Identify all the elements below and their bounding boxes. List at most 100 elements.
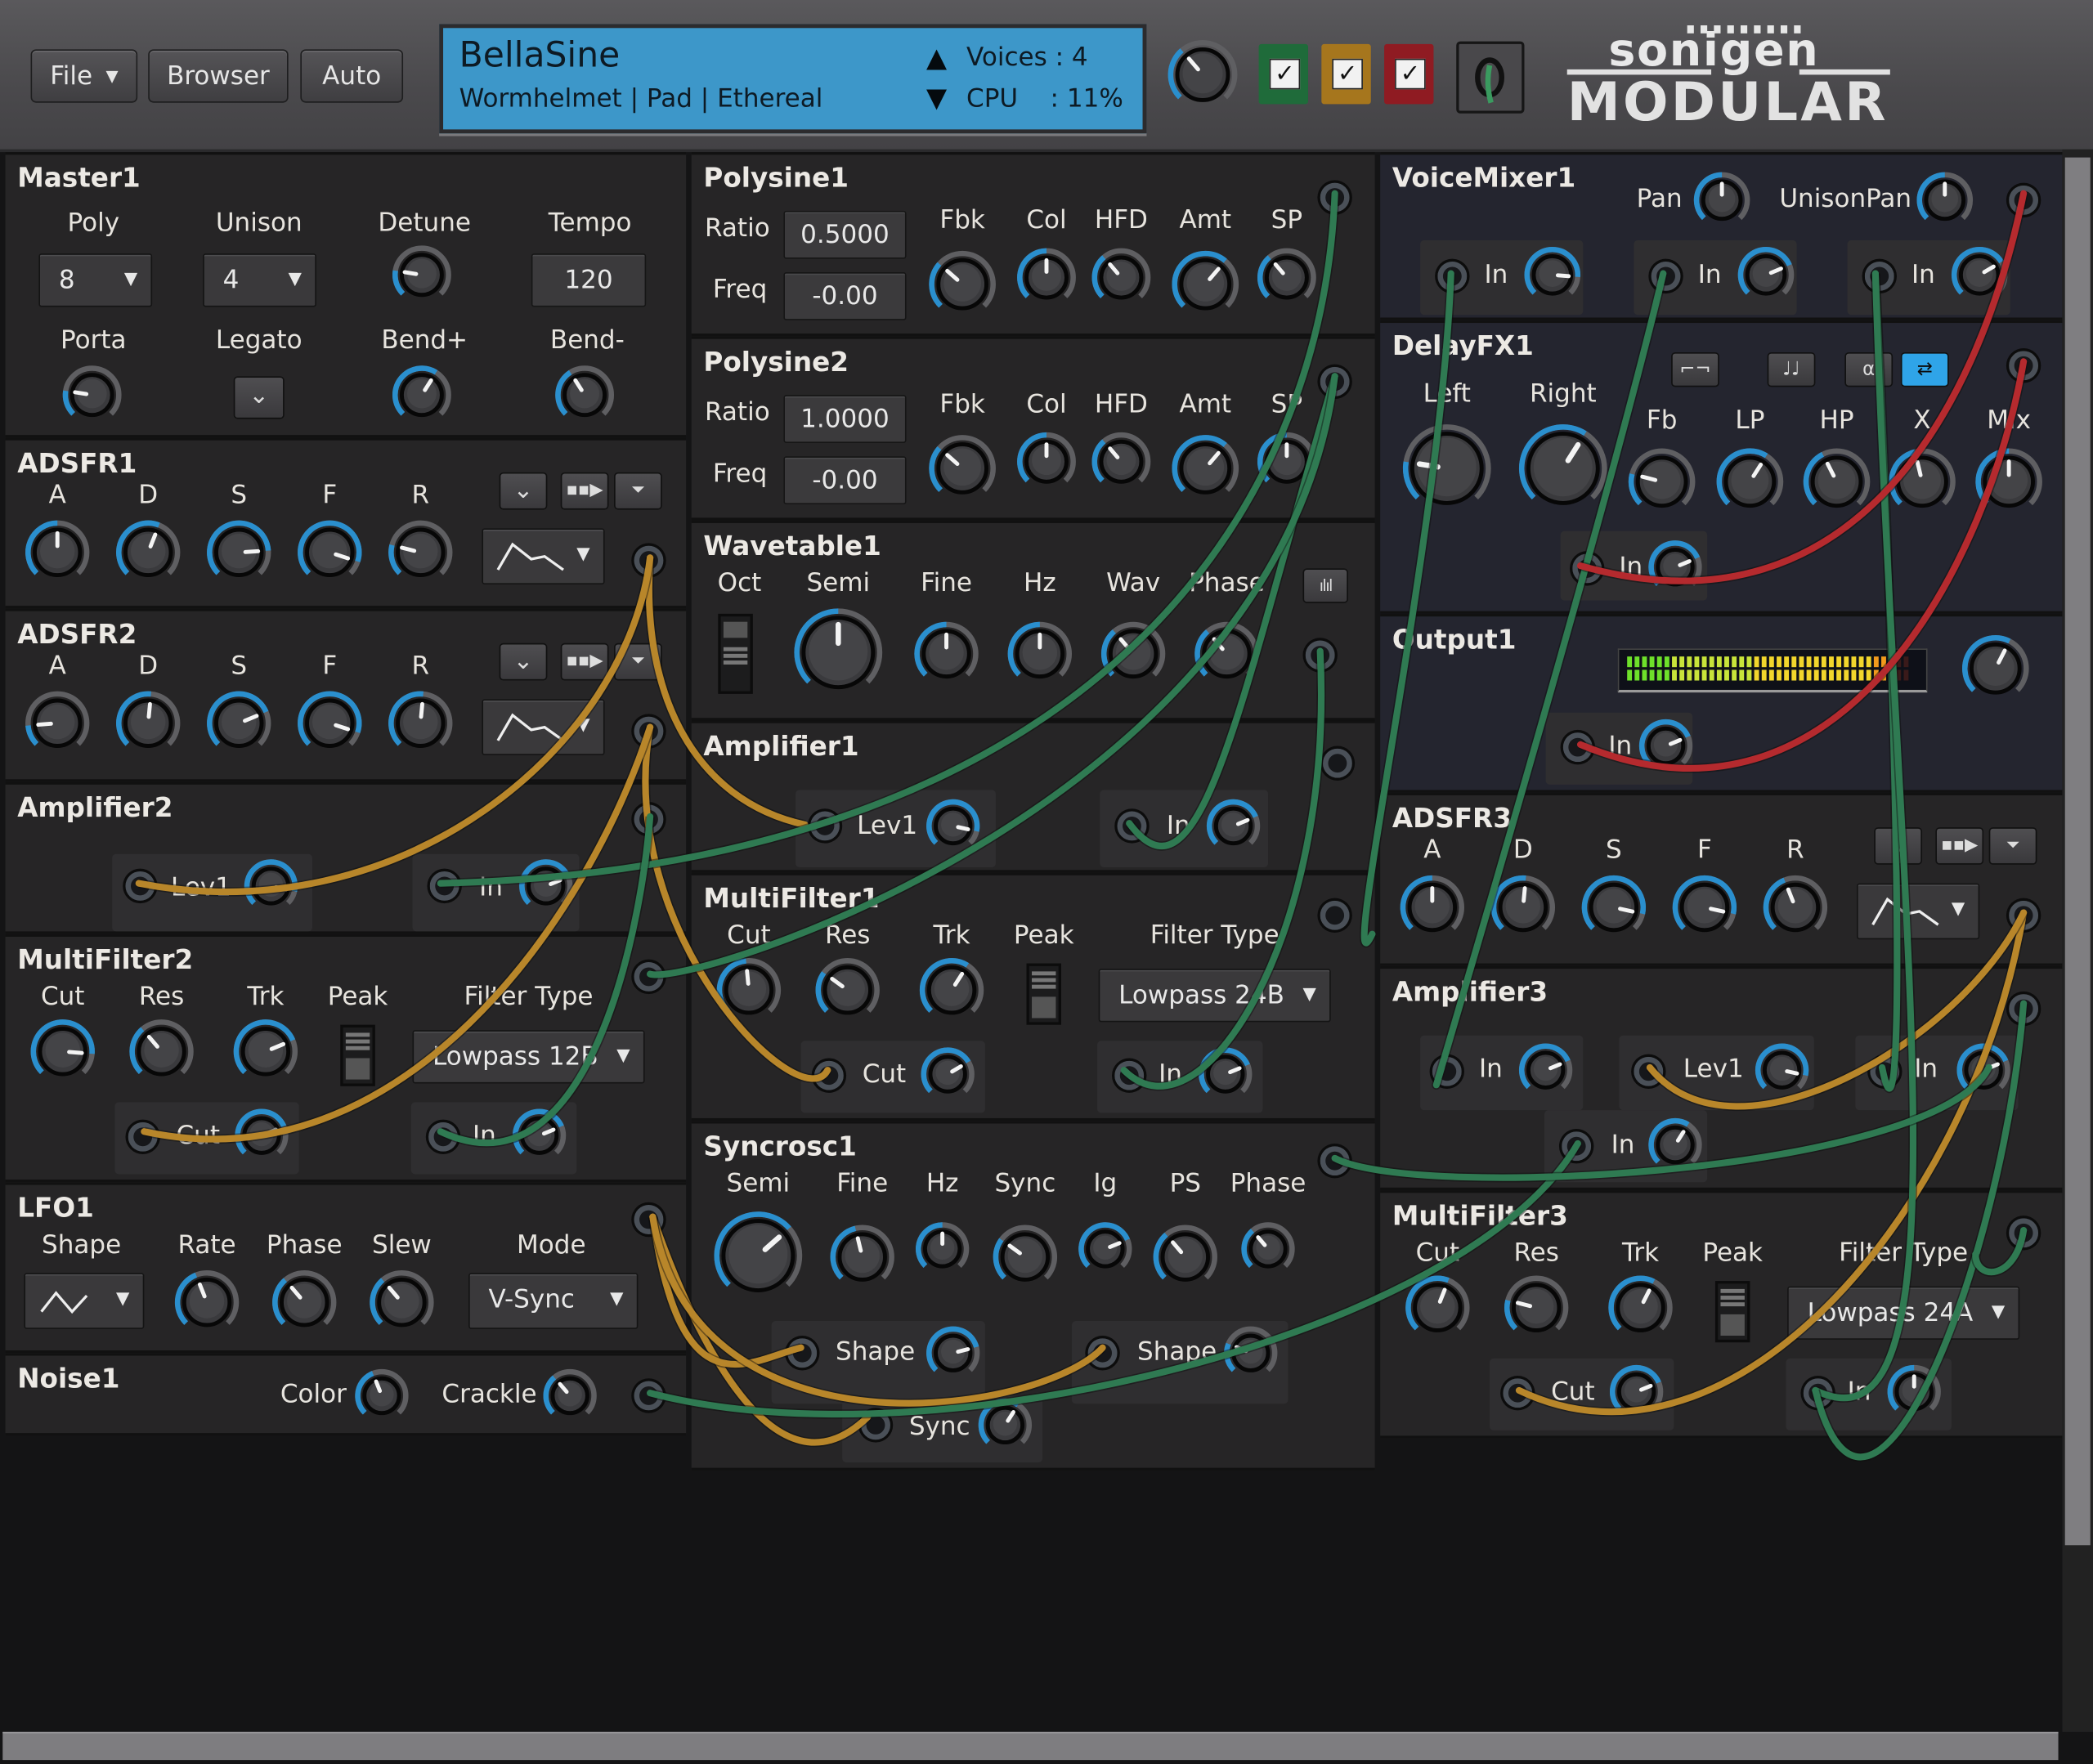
delay-right-knob[interactable] bbox=[1517, 423, 1608, 513]
cut-knob[interactable] bbox=[715, 956, 782, 1023]
browser-button[interactable]: Browser bbox=[148, 49, 289, 103]
detune-knob[interactable] bbox=[391, 244, 452, 306]
in1-knob[interactable] bbox=[1517, 1042, 1574, 1099]
filter-type-dropdown[interactable]: Lowpass 12B ▼ bbox=[412, 1030, 645, 1084]
trk-knob[interactable] bbox=[918, 956, 985, 1023]
adsr-d-knob[interactable] bbox=[1490, 874, 1557, 941]
delay-mix-knob[interactable] bbox=[1974, 447, 2044, 517]
sp-knob[interactable] bbox=[1256, 247, 1317, 308]
lfo-slew-knob[interactable] bbox=[369, 1269, 436, 1336]
adsr-s-knob[interactable] bbox=[205, 519, 272, 586]
envelope-shape-dropdown[interactable]: ▼ bbox=[1857, 883, 1980, 940]
peak-switch[interactable] bbox=[340, 1024, 375, 1086]
freq-field[interactable]: -0.00 bbox=[783, 456, 907, 505]
in-jack[interactable] bbox=[1114, 1060, 1145, 1090]
sync-jack[interactable] bbox=[861, 1410, 890, 1440]
delay-left-knob[interactable] bbox=[1401, 423, 1492, 513]
yellow-cable-toggle[interactable]: ✓ bbox=[1321, 43, 1371, 105]
wt-fine-knob[interactable] bbox=[913, 620, 980, 687]
adsr-a-knob[interactable] bbox=[24, 519, 91, 586]
ratio-field[interactable]: 0.5000 bbox=[783, 210, 907, 259]
so-sync-knob[interactable] bbox=[992, 1224, 1059, 1291]
loop-mode-button[interactable]: ▪▪▶ bbox=[560, 642, 609, 681]
so-semi-knob[interactable] bbox=[713, 1211, 804, 1301]
in-knob[interactable] bbox=[1205, 798, 1262, 854]
sync-button[interactable]: ⌐¬ bbox=[1671, 351, 1719, 387]
lfo-rate-knob[interactable] bbox=[173, 1269, 240, 1336]
auto-button[interactable]: Auto bbox=[300, 49, 404, 103]
in-jack[interactable] bbox=[1803, 1378, 1833, 1408]
in-knob[interactable] bbox=[1647, 539, 1704, 595]
output-jack[interactable] bbox=[2009, 351, 2039, 381]
adsr-s-knob[interactable] bbox=[205, 690, 272, 757]
in2-jack[interactable] bbox=[1870, 1056, 1900, 1086]
cut-jack[interactable] bbox=[813, 1060, 844, 1090]
lfo-shape-dropdown[interactable]: ▼ bbox=[24, 1273, 145, 1329]
shape2-knob[interactable] bbox=[1223, 1325, 1280, 1381]
voice-in-knob[interactable] bbox=[1523, 245, 1582, 304]
shape2-jack[interactable] bbox=[1087, 1338, 1118, 1368]
output-jack[interactable] bbox=[2009, 185, 2039, 215]
delay-x-knob[interactable] bbox=[1888, 447, 1957, 517]
lev1-knob[interactable] bbox=[1754, 1042, 1810, 1099]
color-knob[interactable] bbox=[354, 1368, 410, 1424]
in-knob[interactable] bbox=[1638, 718, 1694, 774]
horizontal-scrollbar-thumb[interactable] bbox=[2, 1731, 2059, 1761]
fbk-knob[interactable] bbox=[928, 249, 997, 319]
output-jack[interactable] bbox=[1322, 748, 1352, 778]
preset-name[interactable]: BellaSine bbox=[459, 36, 621, 76]
adsr-r-knob[interactable] bbox=[387, 690, 454, 757]
in2-knob[interactable] bbox=[1956, 1042, 2012, 1099]
alpha-button[interactable]: α bbox=[1844, 351, 1894, 387]
wt-hz-knob[interactable] bbox=[1006, 620, 1073, 687]
porta-knob[interactable] bbox=[61, 365, 123, 426]
cable-mode-button[interactable] bbox=[1456, 41, 1525, 114]
master-volume-knob[interactable] bbox=[1167, 38, 1239, 110]
adsr-s-knob[interactable] bbox=[1580, 874, 1647, 941]
bend-down-knob[interactable] bbox=[554, 365, 616, 426]
output-jack[interactable] bbox=[2009, 900, 2039, 930]
notes-button[interactable]: ♩♩ bbox=[1767, 351, 1816, 387]
adsr-f-knob[interactable] bbox=[296, 519, 363, 586]
output-jack[interactable] bbox=[1320, 366, 1350, 396]
in-knob[interactable] bbox=[511, 1108, 567, 1164]
lev1-jack[interactable] bbox=[810, 811, 840, 841]
cut-knob[interactable] bbox=[1405, 1274, 1472, 1341]
shape1-knob[interactable] bbox=[925, 1325, 981, 1381]
col-knob[interactable] bbox=[1015, 431, 1077, 492]
delay-lp-knob[interactable] bbox=[1715, 447, 1785, 517]
output-jack[interactable] bbox=[2009, 1218, 2039, 1248]
output-jack[interactable] bbox=[634, 545, 664, 575]
in1-jack[interactable] bbox=[1432, 1056, 1462, 1086]
output-jack[interactable] bbox=[1305, 640, 1335, 670]
col-knob[interactable] bbox=[1015, 247, 1077, 308]
sp-knob[interactable] bbox=[1256, 431, 1317, 492]
adsr-a-knob[interactable] bbox=[1399, 874, 1466, 941]
wt-phase-knob[interactable] bbox=[1194, 620, 1261, 687]
voice-in-knob[interactable] bbox=[1737, 245, 1795, 304]
res-knob[interactable] bbox=[1503, 1274, 1570, 1341]
peak-switch[interactable] bbox=[1026, 963, 1061, 1025]
output-jack[interactable] bbox=[1320, 182, 1350, 213]
output-jack[interactable] bbox=[634, 961, 664, 992]
lev1-jack[interactable] bbox=[1634, 1056, 1664, 1086]
preset-up-arrow-icon[interactable]: ▲ bbox=[926, 42, 947, 74]
res-knob[interactable] bbox=[814, 956, 881, 1023]
hfd-knob[interactable] bbox=[1091, 431, 1152, 492]
so-hz-knob[interactable] bbox=[914, 1221, 970, 1278]
in-knob[interactable] bbox=[1197, 1046, 1253, 1103]
file-menu-button[interactable]: File ▼ bbox=[30, 49, 138, 103]
output-jack[interactable] bbox=[2009, 994, 2039, 1024]
output-jack[interactable] bbox=[634, 804, 664, 835]
spectrum-button[interactable]: ılıl bbox=[1302, 568, 1348, 603]
so-phase-knob[interactable] bbox=[1240, 1221, 1297, 1278]
envelope-shape-dropdown[interactable]: ▼ bbox=[482, 699, 605, 755]
wt-wav-knob[interactable] bbox=[1100, 620, 1167, 687]
cut-jack[interactable] bbox=[1503, 1378, 1533, 1408]
output-jack[interactable] bbox=[634, 1381, 664, 1411]
retrigger-button[interactable]: ⏷ bbox=[614, 642, 662, 681]
adsr-d-knob[interactable] bbox=[114, 690, 182, 757]
in3-knob[interactable] bbox=[1647, 1117, 1704, 1173]
filter-type-dropdown[interactable]: Lowpass 24A ▼ bbox=[1787, 1286, 2020, 1340]
output-jack[interactable] bbox=[1320, 1146, 1350, 1176]
